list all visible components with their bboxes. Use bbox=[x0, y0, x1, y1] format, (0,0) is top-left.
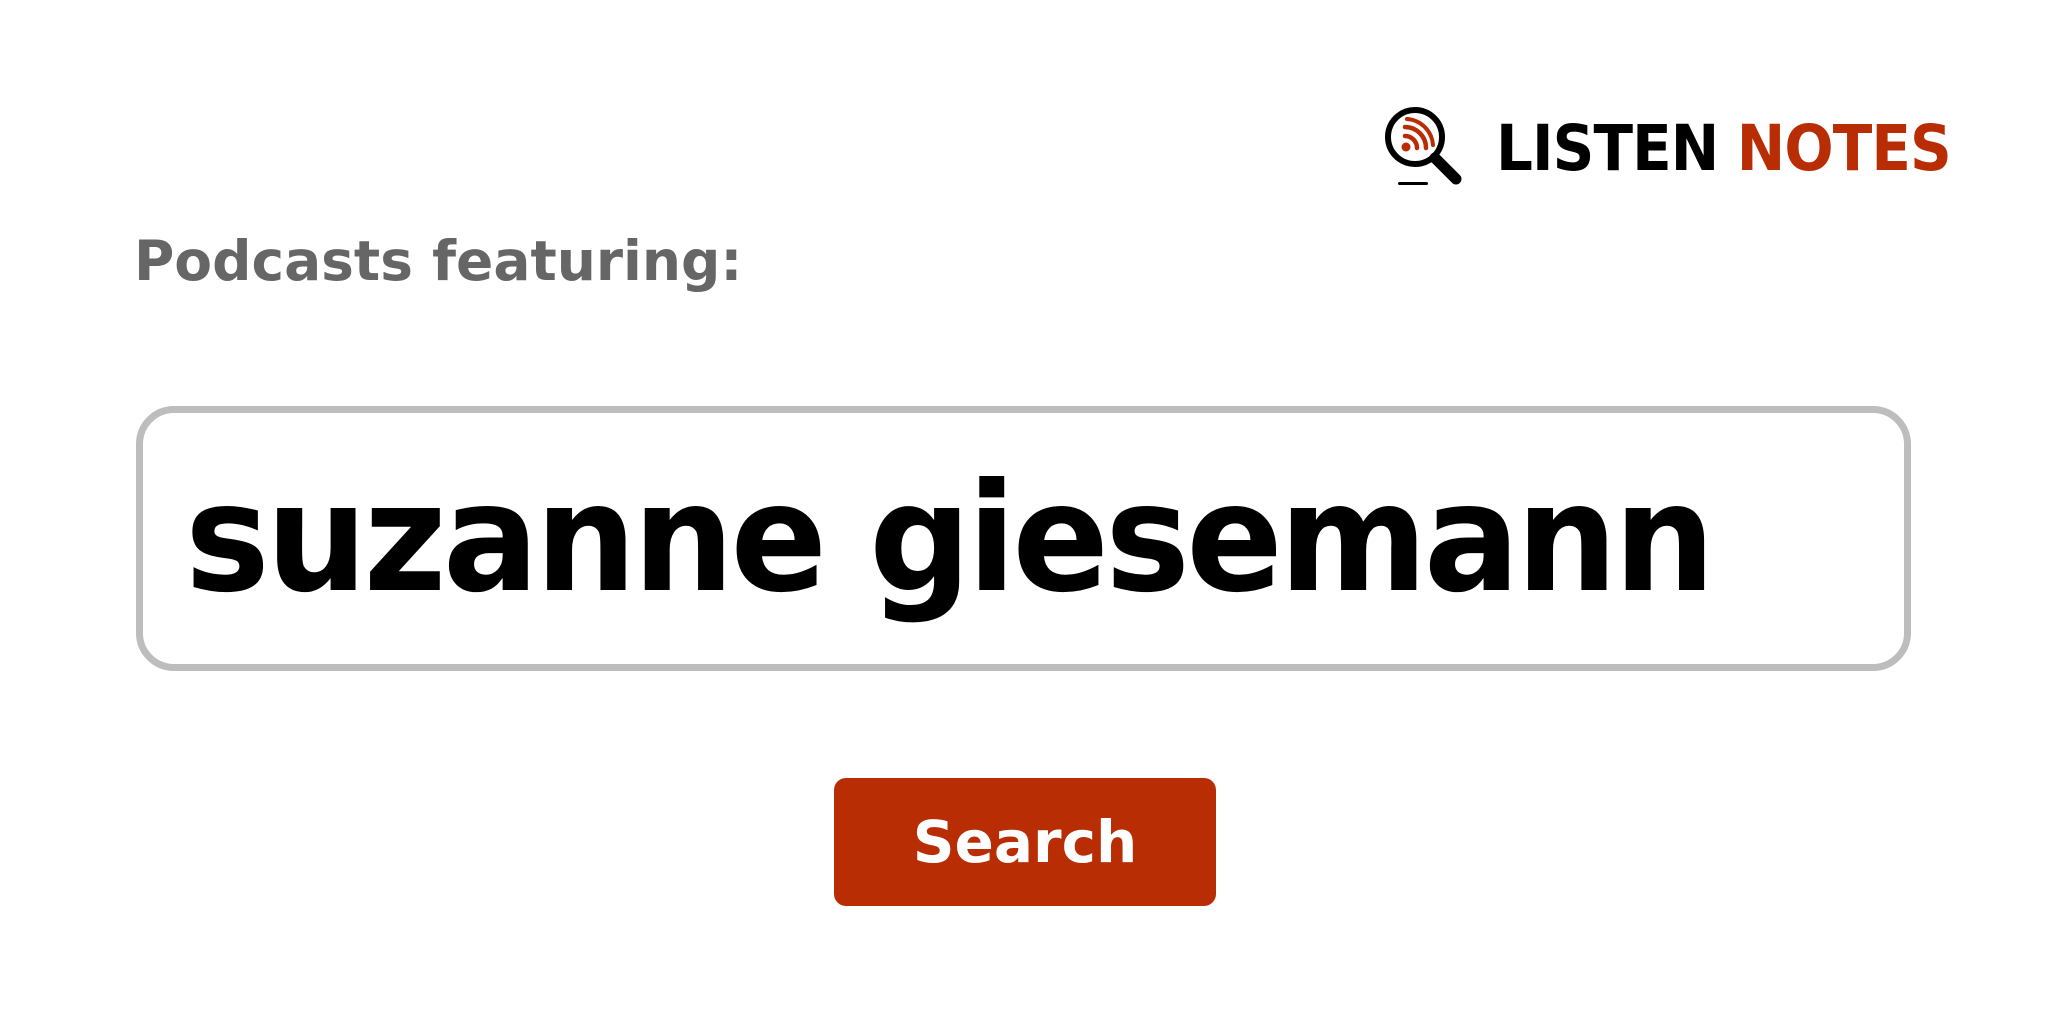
podcast-magnifier-icon bbox=[1385, 107, 1462, 185]
search-button[interactable]: Search bbox=[834, 778, 1216, 906]
listen-notes-logo[interactable]: LISTEN NOTES bbox=[1384, 106, 1990, 190]
page-subtitle: Podcasts featuring: bbox=[134, 229, 743, 293]
brand-word-listen: LISTEN bbox=[1496, 111, 1719, 185]
search-input-value: suzanne giesemann bbox=[185, 451, 1715, 626]
page: LISTEN NOTES Podcasts featuring: suzanne… bbox=[0, 0, 2048, 1024]
search-button-label: Search bbox=[912, 808, 1138, 876]
search-input[interactable]: suzanne giesemann bbox=[136, 406, 1911, 671]
brand-wordmark: LISTEN NOTES bbox=[1496, 111, 1952, 185]
brand-word-notes: NOTES bbox=[1736, 111, 1952, 185]
